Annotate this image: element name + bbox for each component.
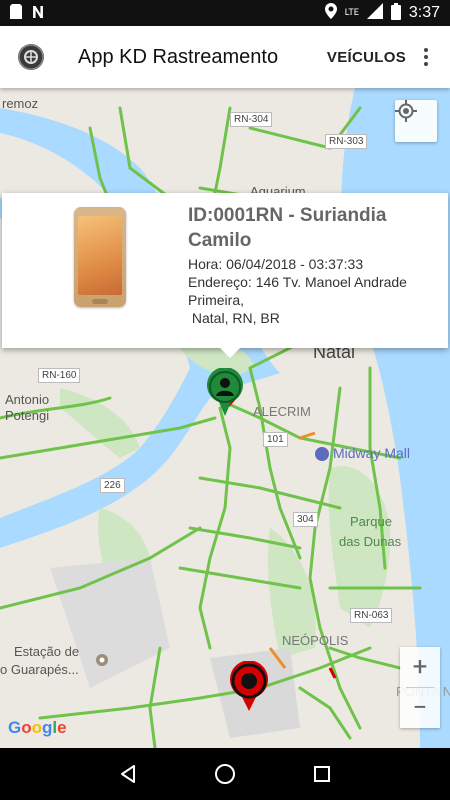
location-icon (324, 3, 337, 23)
app-logo-icon[interactable] (18, 44, 44, 70)
info-hora: Hora: 06/04/2018 - 03:37:33 (188, 256, 364, 272)
road-shield: RN-304 (230, 112, 273, 127)
google-logo: Google (8, 718, 67, 737)
info-endereco-line-3: Natal, RN, BR (188, 310, 280, 326)
road-shield: RN-160 (38, 368, 81, 383)
info-endereco-line-1: Endereço: 146 Tv. Manoel Andrade (188, 274, 407, 290)
zoom-controls: + − (400, 647, 440, 728)
zoom-in-button[interactable]: + (400, 647, 440, 687)
back-triangle-icon (121, 765, 136, 783)
map-label: Midway Mall (333, 445, 411, 461)
recents-square-icon (313, 766, 330, 782)
sd-card-icon (10, 3, 22, 23)
device-phone-image (74, 207, 126, 307)
zoom-out-button[interactable]: − (400, 688, 440, 728)
signal-icon (366, 3, 383, 23)
overflow-menu-icon[interactable] (406, 37, 446, 77)
vehicles-button[interactable]: VEÍCULOS (327, 49, 406, 66)
back-button[interactable] (108, 754, 148, 794)
road-shield: 226 (100, 478, 125, 493)
map-label: Potengi (5, 408, 50, 423)
app-title: App KD Rastreamento (78, 45, 279, 68)
app-bar: App KD Rastreamento VEÍCULOS (0, 26, 450, 88)
navigation-bar (0, 748, 450, 800)
clock: 3:37 (408, 4, 440, 21)
road-shield: RN-063 (350, 608, 393, 623)
map-label: NEÓPOLIS (282, 633, 349, 648)
my-location-button[interactable] (395, 100, 437, 142)
map-label: Parque (350, 514, 392, 529)
map-label: Estação de (14, 644, 80, 659)
road-shield: 304 (293, 512, 318, 527)
map-view[interactable]: remoz RN-304 RN-303 Aquarium Natal RN-16… (0, 88, 450, 748)
map-label: Antonio (5, 392, 50, 407)
map-label: remoz (2, 96, 39, 111)
info-endereco-line-2: Primeira, (188, 292, 245, 308)
recents-button[interactable] (302, 754, 342, 794)
home-circle-icon (214, 764, 235, 784)
network-label: LTE (344, 8, 359, 18)
status-bar: N LTE 3:37 (0, 0, 450, 26)
road-shield: RN-303 (325, 134, 368, 149)
home-button[interactable] (205, 754, 245, 794)
crosshair-icon (395, 100, 417, 122)
marker-info-window[interactable]: ID:0001RN - Suriandia Camilo Hora: 06/04… (2, 193, 448, 358)
battery-icon (390, 2, 401, 24)
n-notification-icon: N (32, 3, 44, 23)
map-label: o Guarapés... (0, 662, 79, 677)
info-title: ID:0001RN - Suriandia Camilo (188, 205, 387, 251)
road-shield: 101 (263, 432, 288, 447)
map-label: das Dunas (339, 534, 402, 549)
map-label: ALECRIM (253, 404, 311, 419)
